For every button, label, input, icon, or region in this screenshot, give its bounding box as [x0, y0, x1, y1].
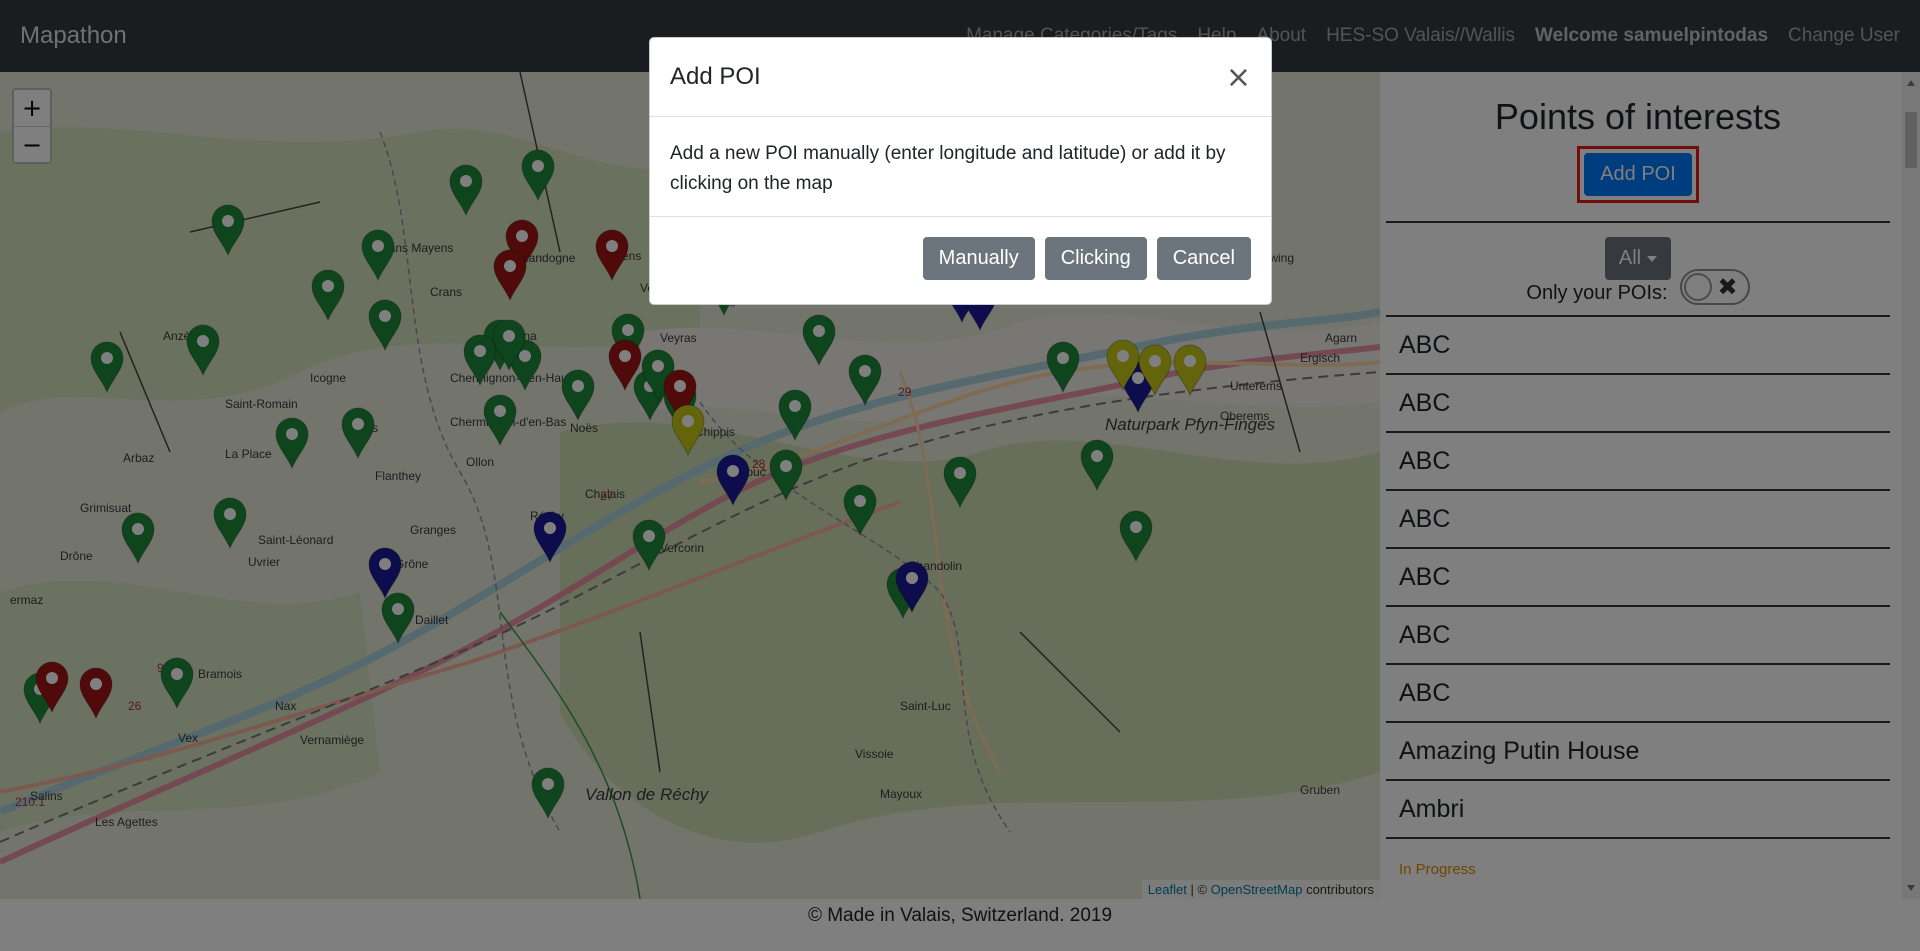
- modal-body-text: Add a new POI manually (enter longitude …: [670, 143, 1226, 194]
- clicking-button[interactable]: Clicking: [1044, 237, 1147, 280]
- manually-button[interactable]: Manually: [922, 237, 1035, 280]
- add-poi-modal: Add POI × Add a new POI manually (enter …: [649, 37, 1272, 305]
- modal-header: Add POI ×: [650, 38, 1271, 117]
- modal-title: Add POI: [670, 63, 761, 90]
- modal-footer: Manually Clicking Cancel: [650, 217, 1271, 300]
- close-icon[interactable]: ×: [1226, 60, 1251, 95]
- cancel-button[interactable]: Cancel: [1156, 237, 1251, 280]
- modal-body: Add a new POI manually (enter longitude …: [650, 117, 1271, 217]
